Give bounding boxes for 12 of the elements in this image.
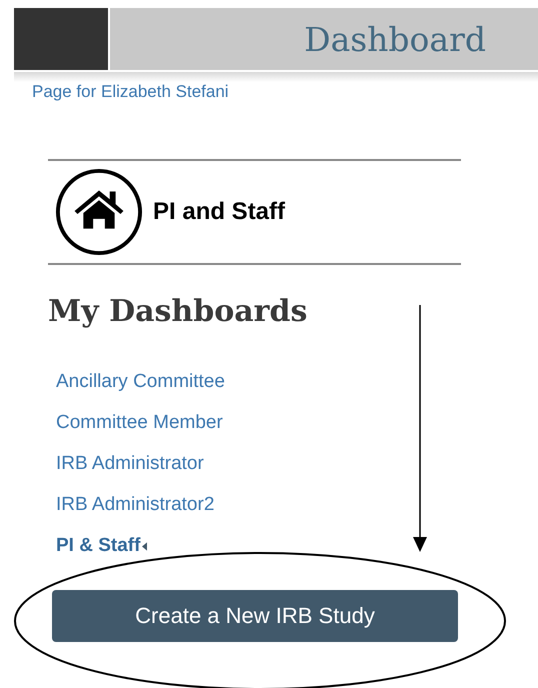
dashboard-link[interactable]: PI & Staff: [56, 533, 140, 559]
dashboard-link[interactable]: Ancillary Committee: [56, 369, 225, 395]
dashboard-link[interactable]: IRB Administrator2: [56, 492, 214, 518]
caret-icon: [142, 542, 148, 550]
page-owner-text: Page for Elizabeth Stefani: [32, 82, 230, 102]
dashboard-link[interactable]: IRB Administrator: [56, 451, 204, 477]
page-title: Dashboard: [304, 20, 486, 58]
dashboard-link[interactable]: Committee Member: [56, 410, 223, 436]
home-icon: [55, 168, 143, 256]
role-title: PI and Staff: [153, 198, 286, 226]
section-heading: My Dashboards: [48, 294, 308, 329]
create-study-button[interactable]: Create a New IRB Study: [52, 590, 458, 642]
